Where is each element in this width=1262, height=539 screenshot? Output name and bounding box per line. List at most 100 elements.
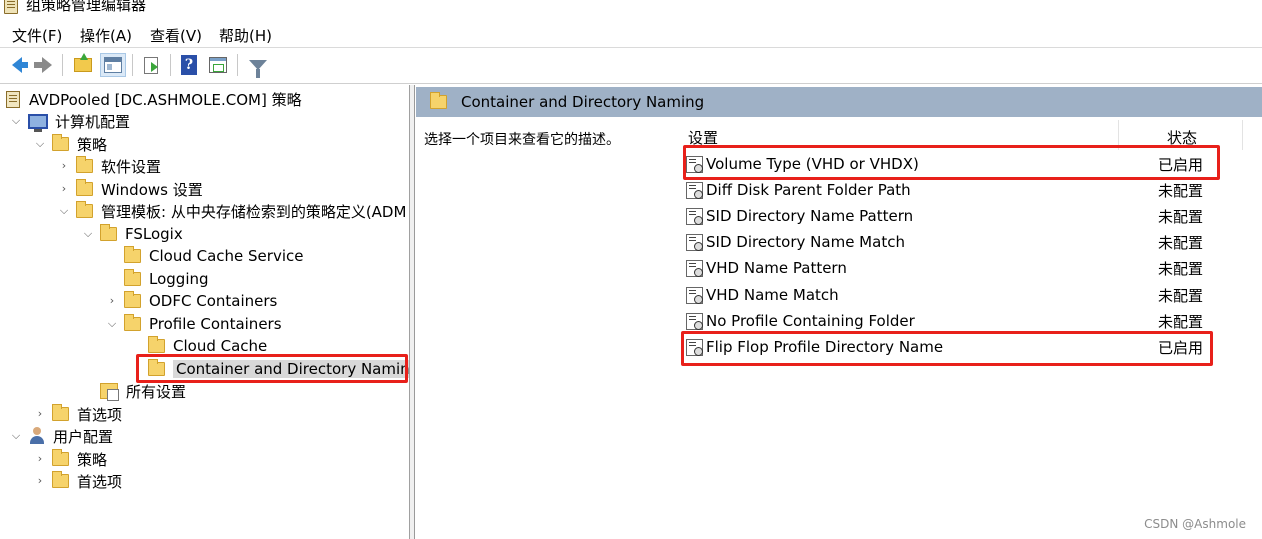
tree-item-cloud-cache[interactable]: Cloud Cache xyxy=(130,335,267,357)
tree-item-logging[interactable]: Logging xyxy=(106,268,209,290)
folder-icon xyxy=(124,246,141,263)
setting-name: Flip Flop Profile Directory Name xyxy=(706,338,944,356)
details-pane: Container and Directory Naming 选择一个项目来查看… xyxy=(416,85,1262,539)
chevron-right-icon[interactable]: › xyxy=(106,295,118,307)
chevron-right-icon[interactable]: › xyxy=(34,408,46,420)
help-button[interactable]: ? xyxy=(176,53,202,77)
setting-row[interactable]: SID Directory Name Match 未配置 xyxy=(686,229,1246,255)
group-policy-app-icon xyxy=(4,0,18,14)
details-header-title: Container and Directory Naming xyxy=(461,93,705,111)
policy-setting-icon xyxy=(686,207,703,225)
setting-row[interactable]: Diff Disk Parent Folder Path 未配置 xyxy=(686,177,1246,203)
chevron-down-icon[interactable]: ⌵ xyxy=(10,115,22,127)
chevron-right-icon[interactable]: › xyxy=(58,160,70,172)
tree-item-label: 首选项 xyxy=(77,405,123,424)
setting-row[interactable]: Volume Type (VHD or VHDX) 已启用 xyxy=(686,151,1246,177)
export-list-button[interactable] xyxy=(138,53,164,77)
menu-file[interactable]: 文件(F) xyxy=(12,25,62,46)
chevron-right-icon[interactable]: › xyxy=(34,475,46,487)
pane-splitter[interactable] xyxy=(410,85,415,539)
tree-item-windows-settings[interactable]: › Windows 设置 xyxy=(58,178,203,200)
menu-view[interactable]: 查看(V) xyxy=(150,25,202,46)
menu-action[interactable]: 操作(A) xyxy=(80,25,132,46)
forward-button[interactable] xyxy=(30,53,56,77)
chevron-down-icon[interactable]: ⌵ xyxy=(34,138,46,150)
tree-item-fslogix[interactable]: ⌵ FSLogix xyxy=(82,223,183,245)
folder-icon xyxy=(148,359,165,376)
tree-item-odfc-containers[interactable]: › ODFC Containers xyxy=(106,290,277,312)
setting-status: 已启用 xyxy=(1158,338,1204,357)
policy-setting-icon xyxy=(686,233,703,251)
tree-item-user-preferences[interactable]: › 首选项 xyxy=(34,470,122,492)
tree-item-preferences[interactable]: › 首选项 xyxy=(34,403,122,425)
tree-item-container-directory-naming[interactable]: Container and Directory Naming xyxy=(130,358,409,380)
forward-icon xyxy=(34,57,52,73)
tree-item-all-settings[interactable]: 所有设置 xyxy=(82,380,186,402)
tree-item-user-policies[interactable]: › 策略 xyxy=(34,448,107,470)
tree-item-label: Container and Directory Naming xyxy=(173,360,409,378)
tree-item-policies[interactable]: ⌵ 策略 xyxy=(34,133,107,155)
tree-item-cloud-cache-service[interactable]: Cloud Cache Service xyxy=(106,245,303,267)
setting-status: 未配置 xyxy=(1158,312,1204,331)
tree-item-computer-config[interactable]: ⌵ 计算机配置 xyxy=(10,110,130,132)
toolbar-separator xyxy=(132,54,133,76)
tree-item-label: 策略 xyxy=(77,450,108,469)
show-hide-tree-button[interactable] xyxy=(100,53,126,77)
policy-setting-icon xyxy=(686,181,703,199)
show-hide-tree-icon xyxy=(104,57,122,73)
tree-item-label: 计算机配置 xyxy=(55,112,131,131)
setting-status: 未配置 xyxy=(1158,181,1204,200)
chevron-down-icon[interactable]: ⌵ xyxy=(106,318,118,330)
filter-button[interactable] xyxy=(245,53,271,78)
toolbar: ? xyxy=(0,48,1262,84)
setting-name: Diff Disk Parent Folder Path xyxy=(706,181,911,199)
folder-icon xyxy=(100,224,117,241)
tree-item-root[interactable]: AVDPooled [DC.ASHMOLE.COM] 策略 xyxy=(6,88,302,110)
setting-status: 未配置 xyxy=(1158,207,1204,226)
folder-icon xyxy=(124,314,141,331)
console-tree[interactable]: AVDPooled [DC.ASHMOLE.COM] 策略 ⌵ 计算机配置 ⌵ … xyxy=(0,85,410,539)
column-divider[interactable] xyxy=(1242,120,1243,150)
tree-item-admin-templates[interactable]: ⌵ 管理模板: 从中央存储检索到的策略定义(ADM xyxy=(58,200,406,222)
setting-row[interactable]: VHD Name Pattern 未配置 xyxy=(686,255,1246,281)
setting-status: 已启用 xyxy=(1158,155,1204,174)
tree-item-label: 软件设置 xyxy=(101,157,162,176)
chevron-down-icon[interactable]: ⌵ xyxy=(82,228,94,240)
setting-row[interactable]: Flip Flop Profile Directory Name 已启用 xyxy=(686,334,1246,360)
setting-row[interactable]: SID Directory Name Pattern 未配置 xyxy=(686,203,1246,229)
folder-icon xyxy=(52,134,69,151)
chevron-down-icon[interactable]: ⌵ xyxy=(58,205,70,217)
tree-item-label: FSLogix xyxy=(125,225,183,243)
tree-item-label: AVDPooled [DC.ASHMOLE.COM] 策略 xyxy=(29,90,302,109)
up-folder-icon xyxy=(74,53,92,72)
setting-row[interactable]: No Profile Containing Folder 未配置 xyxy=(686,308,1246,334)
column-divider[interactable] xyxy=(1118,120,1119,150)
column-header-setting[interactable]: 设置 xyxy=(688,127,718,148)
folder-icon xyxy=(76,201,93,218)
policy-setting-icon xyxy=(686,155,703,173)
chevron-right-icon[interactable]: › xyxy=(58,183,70,195)
up-one-level-button[interactable] xyxy=(70,53,96,77)
tree-item-label: Cloud Cache xyxy=(173,337,268,355)
folder-icon xyxy=(52,404,69,421)
folder-icon xyxy=(52,449,69,466)
chevron-right-icon[interactable]: › xyxy=(34,453,46,465)
watermark: CSDN @Ashmole xyxy=(1144,517,1246,531)
view-button[interactable] xyxy=(205,53,231,77)
chevron-down-icon[interactable]: ⌵ xyxy=(10,430,22,442)
export-list-icon xyxy=(144,56,158,74)
user-icon xyxy=(28,427,46,445)
tree-item-profile-containers[interactable]: ⌵ Profile Containers xyxy=(106,313,282,335)
tree-item-software-settings[interactable]: › 软件设置 xyxy=(58,155,161,177)
list-column-headers: 设置 状态 xyxy=(684,120,1262,150)
column-header-status[interactable]: 状态 xyxy=(1167,127,1197,148)
tree-item-label: 所有设置 xyxy=(126,382,187,401)
description-text: 选择一个项目来查看它的描述。 xyxy=(424,132,620,148)
setting-row[interactable]: VHD Name Match 未配置 xyxy=(686,282,1246,308)
tree-item-user-config[interactable]: ⌵ 用户配置 xyxy=(10,425,113,447)
computer-icon xyxy=(28,113,48,132)
back-button[interactable] xyxy=(4,53,30,77)
menu-help[interactable]: 帮助(H) xyxy=(219,25,272,46)
policy-setting-icon xyxy=(686,286,703,304)
menu-bar: 文件(F) 操作(A) 查看(V) 帮助(H) xyxy=(0,20,1262,48)
